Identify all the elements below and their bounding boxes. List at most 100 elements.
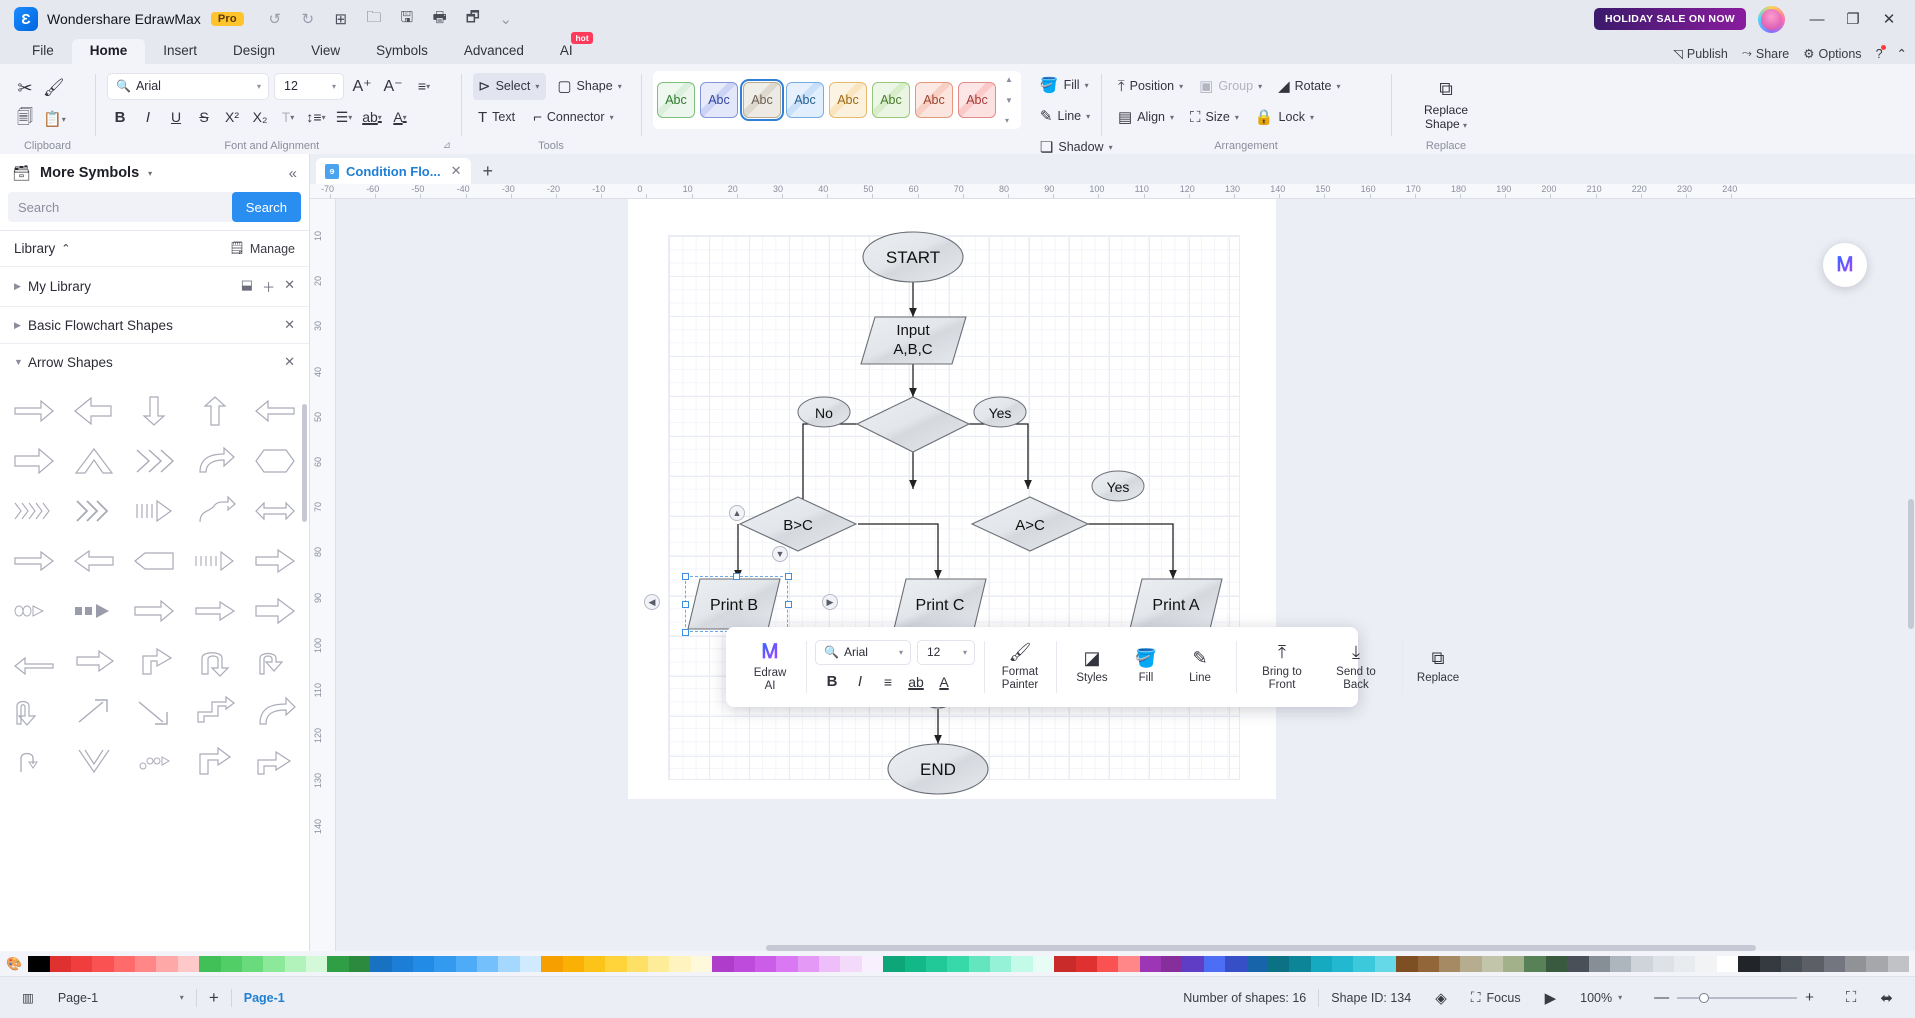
- select-tool[interactable]: ⊳ Select ▾: [473, 72, 547, 100]
- color-swatch[interactable]: [1396, 955, 1418, 972]
- font-color-icon[interactable]: A ▾: [387, 104, 413, 130]
- tab-ai[interactable]: AI hot: [542, 32, 593, 64]
- style-swatch-6[interactable]: Abc: [872, 82, 910, 118]
- shape-thin-arrow-right[interactable]: [4, 536, 64, 586]
- color-swatch[interactable]: [1054, 955, 1076, 972]
- superscript-icon[interactable]: X²: [219, 104, 245, 130]
- connect-handle-top[interactable]: ▲: [729, 505, 745, 521]
- shape-l-bent-arrow[interactable]: [124, 636, 184, 686]
- export-icon[interactable]: 🗗: [458, 6, 488, 32]
- strikethrough-icon[interactable]: S: [191, 104, 217, 130]
- shape-notched-arrow-left[interactable]: [64, 536, 124, 586]
- color-swatch[interactable]: [1567, 955, 1589, 972]
- save-icon[interactable]: 🖫: [392, 6, 422, 32]
- text-case-icon[interactable]: T ▾: [275, 104, 301, 130]
- page-selector[interactable]: Page-1 ▾: [46, 985, 196, 1011]
- shape-block-arrow-right[interactable]: [245, 586, 305, 636]
- float-format-painter-button[interactable]: 🖌 Format Painter: [993, 639, 1047, 695]
- help-button[interactable]: ?: [1876, 44, 1886, 61]
- color-swatch[interactable]: [1545, 955, 1568, 972]
- selection-handle-w[interactable]: [682, 601, 689, 608]
- color-swatch[interactable]: [605, 955, 627, 972]
- color-swatch[interactable]: [70, 955, 93, 972]
- color-swatch[interactable]: [947, 955, 969, 972]
- share-button[interactable]: ⤳ Share: [1742, 46, 1789, 61]
- color-swatch[interactable]: [1866, 955, 1888, 972]
- float-font-size-combo[interactable]: 12 ▾: [917, 639, 975, 665]
- sidebar-category-basic-flowchart[interactable]: ▶ Basic Flowchart Shapes ✕: [0, 306, 309, 343]
- tab-file[interactable]: File: [14, 39, 72, 64]
- float-align-icon[interactable]: ≡: [875, 669, 901, 695]
- copy-icon[interactable]: 🗐: [12, 106, 38, 132]
- edraw-ai-floating-button[interactable]: Ꮇ: [1823, 243, 1867, 287]
- color-swatch[interactable]: [1652, 955, 1675, 972]
- tab-view[interactable]: View: [293, 39, 358, 64]
- size-button[interactable]: ⛶ Size ▾: [1185, 104, 1246, 131]
- align-button[interactable]: ▤ Align ▾: [1113, 104, 1181, 131]
- color-swatch[interactable]: [1161, 955, 1183, 972]
- maximize-button[interactable]: ❐: [1835, 2, 1871, 36]
- color-swatch[interactable]: [1438, 955, 1461, 972]
- color-swatch[interactable]: [113, 955, 136, 972]
- collapse-ribbon-button[interactable]: ⌃: [1897, 46, 1907, 61]
- format-painter-icon[interactable]: 🖌: [40, 75, 68, 101]
- color-swatch[interactable]: [177, 955, 200, 972]
- color-swatch[interactable]: [241, 955, 264, 972]
- focus-mode-button[interactable]: ⛶ Focus: [1459, 985, 1533, 1011]
- color-swatch[interactable]: [1075, 955, 1097, 972]
- color-swatch[interactable]: [135, 955, 157, 972]
- zoom-knob[interactable]: [1699, 992, 1710, 1003]
- gallery-down-icon[interactable]: ▼: [1005, 96, 1013, 105]
- float-line-button[interactable]: ✎ Line: [1173, 645, 1227, 688]
- color-swatch[interactable]: [883, 955, 905, 972]
- page-sheet[interactable]: START Input A,B,C No Yes B>C A>C Yes Pri…: [628, 199, 1276, 799]
- color-swatch[interactable]: [754, 955, 777, 972]
- shape-arrow-left-thin[interactable]: [245, 386, 305, 436]
- color-swatch[interactable]: [455, 955, 478, 972]
- add-page-button[interactable]: +: [197, 985, 231, 1011]
- gallery-expand-icon[interactable]: ▾: [1005, 116, 1013, 125]
- shape-arrow-left-block[interactable]: [64, 386, 124, 436]
- color-swatch[interactable]: [1289, 955, 1311, 972]
- shape-arrow-thick-left[interactable]: [64, 636, 124, 686]
- close-icon[interactable]: ✕: [451, 163, 462, 179]
- color-swatch[interactable]: [1011, 955, 1033, 972]
- float-send-to-back-button[interactable]: ⤓ Send to Back: [1319, 639, 1393, 695]
- color-swatch[interactable]: [370, 955, 392, 972]
- color-swatch[interactable]: [1139, 955, 1162, 972]
- color-swatch[interactable]: [1845, 955, 1867, 972]
- close-icon[interactable]: ✕: [284, 277, 295, 296]
- add-tab-button[interactable]: +: [471, 161, 506, 184]
- document-tab[interactable]: ɘ Condition Flo... ✕: [316, 158, 471, 184]
- paste-icon[interactable]: 📋 ▾: [40, 106, 69, 132]
- fit-page-button[interactable]: ⛶: [1834, 985, 1869, 1011]
- close-button[interactable]: ✕: [1871, 2, 1907, 36]
- line-button[interactable]: ✎ Line ▾: [1035, 103, 1097, 130]
- color-swatches[interactable]: [28, 955, 1910, 972]
- connect-handle-left[interactable]: ◀: [644, 594, 660, 610]
- color-swatch[interactable]: [391, 955, 413, 972]
- shape-double-arrow-horizontal[interactable]: [245, 486, 305, 536]
- selection-handle-nw[interactable]: [682, 573, 689, 580]
- style-swatch-4[interactable]: Abc: [786, 82, 824, 118]
- color-swatch[interactable]: [648, 955, 670, 972]
- rotate-button[interactable]: ◢ Rotate ▾: [1273, 73, 1347, 100]
- style-swatch-3[interactable]: Abc: [740, 79, 784, 121]
- shape-diagonal-arrow-up[interactable]: [64, 686, 124, 736]
- cut-icon[interactable]: ✂: [12, 75, 38, 101]
- shape-diagonal-arrow-down[interactable]: [124, 686, 184, 736]
- zoom-level[interactable]: 100% ▾: [1568, 985, 1634, 1011]
- tab-symbols[interactable]: Symbols: [358, 39, 446, 64]
- vertical-scrollbar[interactable]: [1908, 499, 1914, 629]
- color-swatch[interactable]: [28, 955, 50, 972]
- color-swatch[interactable]: [669, 955, 691, 972]
- color-swatch[interactable]: [1417, 955, 1439, 972]
- color-swatch[interactable]: [1267, 955, 1290, 972]
- search-input[interactable]: Search: [8, 192, 236, 222]
- increase-font-size-icon[interactable]: A⁺: [349, 73, 375, 99]
- close-icon[interactable]: ✕: [284, 317, 295, 333]
- style-swatch-8[interactable]: Abc: [958, 82, 996, 118]
- selection-handle-ne[interactable]: [785, 573, 792, 580]
- color-swatch[interactable]: [541, 955, 563, 972]
- color-swatch[interactable]: [733, 955, 755, 972]
